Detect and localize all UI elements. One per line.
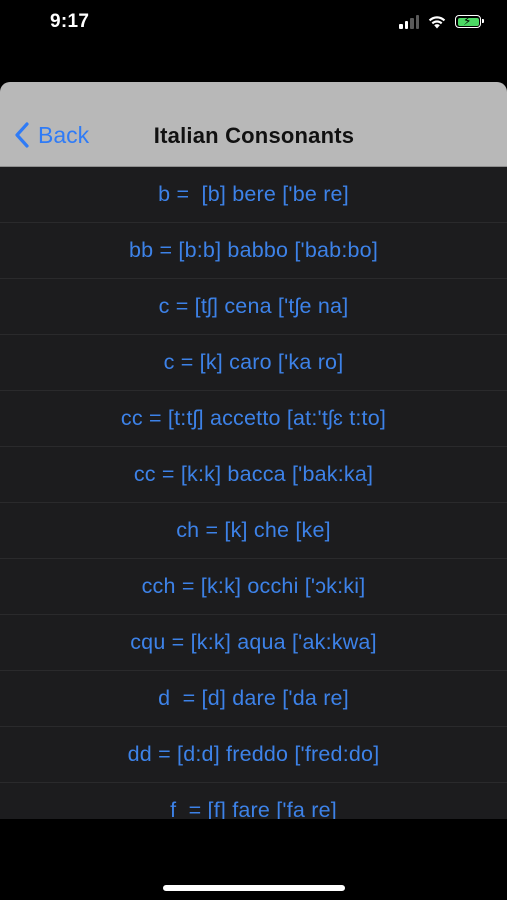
list-item[interactable]: b = [b] bere ['be re]: [0, 167, 507, 223]
home-indicator[interactable]: [163, 885, 345, 891]
list-item[interactable]: c = [k] caro ['ka ro]: [0, 335, 507, 391]
list-item[interactable]: cc = [t:tʃ] accetto [at:'tʃɛ t:to]: [0, 391, 507, 447]
list-item[interactable]: c = [tʃ] cena ['tʃe na]: [0, 279, 507, 335]
list-item[interactable]: cch = [k:k] occhi ['ɔk:ki]: [0, 559, 507, 615]
status-time: 9:17: [50, 11, 90, 32]
list-item[interactable]: dd = [d:d] freddo ['fred:do]: [0, 727, 507, 783]
list-item[interactable]: f = [f] fare ['fa re]: [0, 783, 507, 819]
cellular-signal-icon: [399, 14, 419, 29]
wifi-icon: [428, 16, 446, 29]
list-item[interactable]: cqu = [k:k] aqua ['ak:kwa]: [0, 615, 507, 671]
consonant-list: b = [b] bere ['be re] bb = [b:b] babbo […: [0, 167, 507, 819]
list-item[interactable]: bb = [b:b] babbo ['bab:bo]: [0, 223, 507, 279]
battery-charging-icon: ⚡: [455, 14, 484, 28]
phone-screen: 9:17 ⚡ Back Italian Consonants b = [b] b…: [0, 0, 507, 900]
status-icons: ⚡: [399, 14, 484, 29]
page-title-text: Italian Consonants: [153, 123, 355, 148]
page-title: Italian Consonants: [0, 123, 507, 149]
list-item[interactable]: cc = [k:k] bacca ['bak:ka]: [0, 447, 507, 503]
modal-sheet: Back Italian Consonants b = [b] bere ['b…: [0, 82, 507, 819]
navigation-bar: Back Italian Consonants: [0, 82, 507, 167]
list-item[interactable]: ch = [k] che [ke]: [0, 503, 507, 559]
status-bar: 9:17 ⚡: [0, 0, 507, 46]
list-item[interactable]: d = [d] dare ['da re]: [0, 671, 507, 727]
